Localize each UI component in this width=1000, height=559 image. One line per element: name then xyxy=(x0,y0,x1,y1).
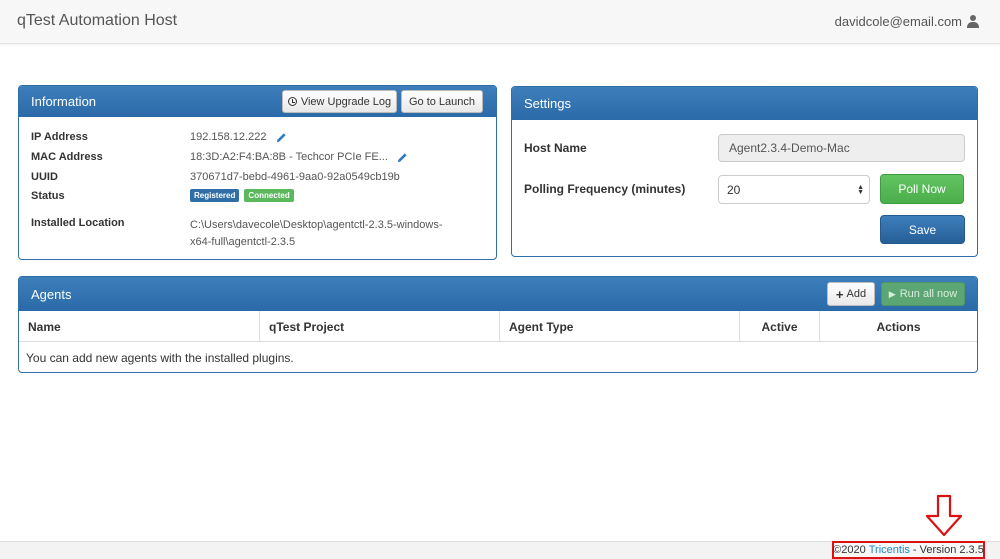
plus-icon: + xyxy=(835,286,844,302)
polling-frequency-select[interactable]: 20 ▲ ▼ xyxy=(718,175,870,204)
run-all-now-button[interactable]: ▶ Run all now xyxy=(881,282,965,306)
settings-panel: Settings Host Name Agent2.3.4-Demo-Mac P… xyxy=(511,86,978,257)
add-agent-label: Add xyxy=(846,288,867,300)
ip-address-text: 192.158.12.222 xyxy=(190,131,267,143)
uuid-label: UUID xyxy=(31,171,58,183)
app-title[interactable]: qTest Automation Host xyxy=(17,12,177,30)
clock-icon xyxy=(287,97,297,106)
ip-address-value: 192.158.12.222 xyxy=(190,131,287,143)
registered-badge: Registered xyxy=(190,189,240,202)
information-panel: Information View Upgrade Log Go to Launc… xyxy=(18,85,497,260)
run-all-now-label: Run all now xyxy=(899,288,958,300)
information-title: Information xyxy=(31,94,97,109)
copyright-text: ©2020 xyxy=(833,544,866,556)
installed-location-line2: x64-full\agentctl-2.3.5 xyxy=(190,236,296,248)
add-agent-button[interactable]: + Add xyxy=(827,282,875,306)
host-name-value: Agent2.3.4-Demo-Mac xyxy=(729,141,850,155)
select-arrows-icon: ▲ ▼ xyxy=(857,184,864,196)
agents-panel-heading: Agents + Add ▶ Run all now xyxy=(19,277,977,311)
agents-title: Agents xyxy=(31,286,72,302)
poll-now-button[interactable]: Poll Now xyxy=(880,174,964,204)
polling-frequency-value: 20 xyxy=(727,182,741,197)
save-button[interactable]: Save xyxy=(880,215,965,244)
host-name-label: Host Name xyxy=(524,141,587,155)
column-header-agent-type[interactable]: Agent Type xyxy=(500,311,740,342)
tricentis-link[interactable]: Tricentis xyxy=(869,544,910,556)
view-upgrade-log-button[interactable]: View Upgrade Log xyxy=(282,90,397,113)
mac-address-text: 18:3D:A2:F4:BA:8B - Techcor PCIe FE... xyxy=(190,151,388,163)
edit-pencil-icon[interactable] xyxy=(397,152,408,163)
host-name-field[interactable]: Agent2.3.4-Demo-Mac xyxy=(718,134,965,162)
user-menu[interactable]: davidcole@email.com xyxy=(835,14,979,29)
user-email[interactable]: davidcole@email.com xyxy=(835,14,962,29)
status-label: Status xyxy=(31,190,65,202)
go-to-launch-button[interactable]: Go to Launch xyxy=(401,90,483,113)
installed-location-label: Installed Location xyxy=(31,217,125,229)
column-header-qtest-project[interactable]: qTest Project xyxy=(260,311,500,342)
status-badges: Registered Connected xyxy=(190,189,296,202)
mac-address-value: 18:3D:A2:F4:BA:8B - Techcor PCIe FE... xyxy=(190,151,408,163)
mac-address-label: MAC Address xyxy=(31,151,103,163)
column-header-actions: Actions xyxy=(876,319,921,334)
installed-location-line1: C:\Users\davecole\Desktop\agentctl-2.3.5… xyxy=(190,219,443,231)
empty-table-message: You can add new agents with the installe… xyxy=(26,351,294,365)
agents-panel: Agents + Add ▶ Run all now Name qTest Pr… xyxy=(18,276,978,373)
edit-pencil-icon[interactable] xyxy=(276,132,287,143)
agents-table: Name qTest Project Agent Type Active Act… xyxy=(19,311,977,365)
user-icon[interactable] xyxy=(967,15,979,28)
settings-title: Settings xyxy=(524,96,571,111)
settings-panel-heading: Settings xyxy=(512,87,977,120)
top-navbar: qTest Automation Host davidcole@email.co… xyxy=(0,0,1000,44)
play-icon: ▶ xyxy=(888,288,896,299)
footer-version-info: ©2020 Tricentis - Version 2.3.5 xyxy=(832,541,985,559)
down-arrow-icon xyxy=(925,494,963,537)
view-upgrade-log-label: View Upgrade Log xyxy=(300,95,392,108)
go-to-launch-label: Go to Launch xyxy=(408,95,476,108)
polling-frequency-label: Polling Frequency (minutes) xyxy=(524,182,686,196)
column-header-name[interactable]: Name xyxy=(19,311,260,342)
installed-location-value: C:\Users\davecole\Desktop\agentctl-2.3.5… xyxy=(190,217,443,251)
agents-table-header: Name qTest Project Agent Type Active Act… xyxy=(19,311,977,342)
information-panel-heading: Information View Upgrade Log Go to Launc… xyxy=(19,86,496,117)
ip-address-label: IP Address xyxy=(31,131,88,143)
uuid-value: 370671d7-bebd-4961-9aa0-92a0549cb19b xyxy=(190,171,400,183)
version-text: - Version 2.3.5 xyxy=(912,544,984,556)
column-header-active[interactable]: Active xyxy=(740,311,820,342)
connected-badge: Connected xyxy=(244,189,294,202)
